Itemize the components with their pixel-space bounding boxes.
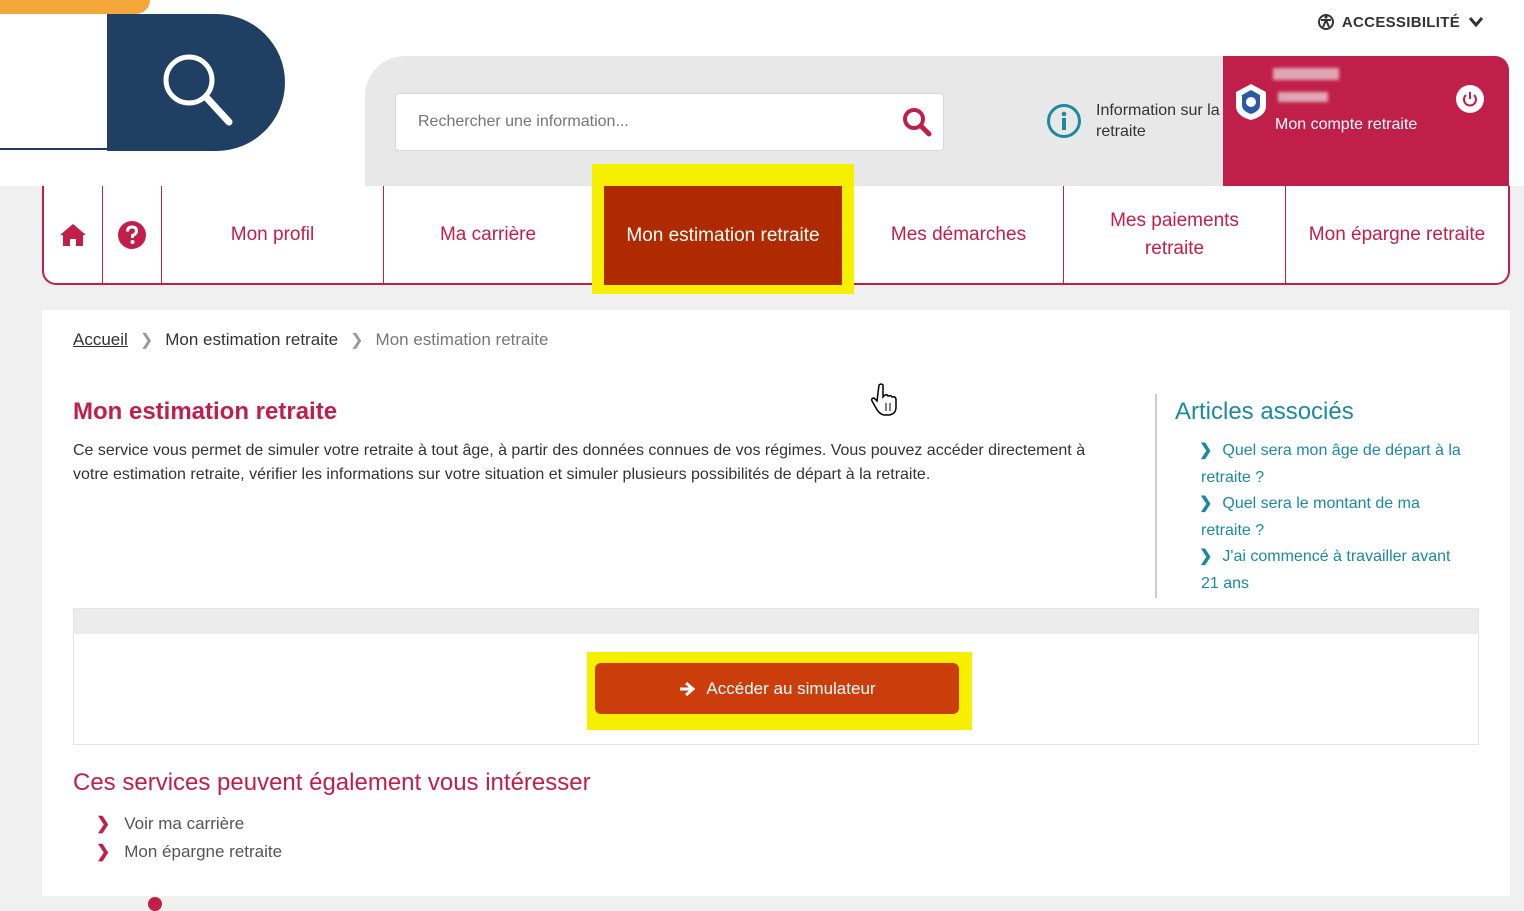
related-article-link[interactable]: ❯ Quel sera mon âge de départ à la retrai… bbox=[1199, 438, 1471, 491]
magnifier-icon bbox=[163, 54, 233, 126]
chevron-right-icon: ❯ bbox=[1199, 548, 1213, 566]
accessibility-icon bbox=[1317, 14, 1334, 30]
service-link-carriere[interactable]: ❯ Voir ma carrière bbox=[96, 810, 282, 838]
nav-label: Mes démarches bbox=[890, 223, 1027, 245]
info-retraite-link[interactable]: Information sur la retraite bbox=[1046, 100, 1221, 142]
service-label: Voir ma carrière bbox=[124, 814, 245, 833]
nav-item-mon-profil[interactable]: Mon profil bbox=[162, 186, 384, 283]
related-articles-list: ❯ Quel sera mon âge de départ à la retrai… bbox=[1199, 438, 1471, 598]
accessibility-label: ACCESSIBILITÉ bbox=[1341, 13, 1460, 31]
service-link-epargne[interactable]: ❯ Mon épargne retraite bbox=[96, 838, 282, 866]
page-gutter bbox=[0, 186, 12, 902]
nav-item-mon-estimation-retraite[interactable]: Mon estimation retraite bbox=[604, 186, 842, 285]
breadcrumb-separator-icon: ❯ bbox=[350, 332, 364, 349]
access-simulator-button[interactable]: Accéder au simulateur bbox=[595, 663, 959, 714]
shield-icon bbox=[1236, 84, 1266, 120]
nav-item-mes-demarches[interactable]: Mes démarches bbox=[854, 186, 1064, 283]
breadcrumb-current: Mon estimation retraite bbox=[375, 330, 549, 349]
nav-item-estimation-wrapper: Mon estimation retraite bbox=[592, 164, 854, 294]
help-icon bbox=[118, 220, 146, 249]
related-article-link[interactable]: ❯ J'ai commencé à travailler avant 21 ans bbox=[1199, 544, 1471, 597]
page-description: Ce service vous permet de simuler votre … bbox=[73, 442, 1086, 483]
breadcrumb: Accueil ❯ Mon estimation retraite ❯ Mon … bbox=[73, 330, 548, 350]
account-label: Mon compte retraite bbox=[1275, 116, 1418, 133]
user-name-blurred bbox=[1273, 68, 1339, 80]
nav-label: Mes paiements retraite bbox=[1110, 209, 1239, 259]
info-label: Information sur la retraite bbox=[1096, 102, 1220, 140]
logo-fragment bbox=[0, 0, 150, 14]
search-icon[interactable] bbox=[901, 106, 933, 138]
power-icon bbox=[1463, 92, 1477, 107]
chevron-right-icon: ❯ bbox=[1199, 495, 1213, 513]
related-article-link[interactable]: ❯ Quel sera le montant de ma retraite ? bbox=[1199, 491, 1471, 544]
related-articles: Articles associés ❯ Quel sera mon âge de … bbox=[1155, 394, 1485, 598]
nav-item-mes-paiements[interactable]: Mes paiements retraite bbox=[1064, 186, 1286, 283]
chevron-right-icon: ❯ bbox=[96, 814, 111, 833]
breadcrumb-home-link[interactable]: Accueil bbox=[73, 330, 128, 350]
nav-label: Ma carrière bbox=[439, 223, 537, 245]
nav-home[interactable] bbox=[44, 186, 103, 283]
nav-label: Mon estimation retraite bbox=[626, 224, 820, 246]
access-simulator-label: Accéder au simulateur bbox=[706, 678, 876, 698]
home-icon bbox=[60, 223, 86, 246]
logout-button[interactable] bbox=[1456, 85, 1484, 113]
main-nav: Mon profil Ma carrière Mon estimation re… bbox=[42, 164, 1510, 294]
user-name-blurred-2 bbox=[1278, 92, 1328, 102]
related-article-label: Quel sera le montant de ma retraite ? bbox=[1201, 495, 1420, 539]
breadcrumb-item[interactable]: Mon estimation retraite bbox=[165, 330, 338, 350]
nav-item-ma-carriere[interactable]: Ma carrière bbox=[384, 186, 592, 283]
services-list: ❯ Voir ma carrière ❯ Mon épargne retraite bbox=[96, 810, 282, 866]
search-input[interactable] bbox=[416, 112, 886, 132]
search-toggle-button[interactable] bbox=[107, 14, 285, 151]
nav-item-mon-epargne[interactable]: Mon épargne retraite bbox=[1286, 186, 1508, 283]
highlight-box: Mon estimation retraite bbox=[592, 164, 854, 294]
service-label: Mon épargne retraite bbox=[124, 842, 283, 861]
chevron-right-icon: ❯ bbox=[1199, 442, 1213, 459]
search-field[interactable] bbox=[395, 93, 944, 151]
arrow-right-icon bbox=[680, 681, 696, 696]
decorative-dot bbox=[148, 897, 162, 911]
simulator-panel: Accéder au simulateur bbox=[73, 608, 1479, 745]
info-icon bbox=[1047, 104, 1081, 138]
logo-panel bbox=[0, 14, 110, 150]
nav-label: Mon profil bbox=[230, 223, 315, 245]
hand-cursor-icon bbox=[871, 383, 897, 416]
accessibility-menu[interactable]: ACCESSIBILITÉ bbox=[1316, 12, 1486, 32]
chevron-down-icon bbox=[1468, 17, 1484, 28]
nav-label: Mon épargne retraite bbox=[1308, 223, 1486, 245]
account-panel[interactable]: Mon compte retraite bbox=[1223, 56, 1509, 186]
chevron-right-icon: ❯ bbox=[96, 842, 111, 861]
breadcrumb-separator-icon: ❯ bbox=[139, 332, 154, 349]
panel-header-strip bbox=[74, 609, 1478, 634]
page-title: Mon estimation retraite bbox=[73, 398, 338, 425]
services-title: Ces services peuvent également vous inté… bbox=[73, 769, 591, 796]
content-card: Accueil ❯ Mon estimation retraite ❯ Mon … bbox=[42, 310, 1510, 896]
nav-help[interactable] bbox=[103, 186, 162, 283]
related-articles-title: Articles associés bbox=[1175, 398, 1354, 425]
related-article-label: J'ai commencé à travailler avant 21 ans bbox=[1201, 548, 1451, 592]
related-article-label: Quel sera mon âge de départ à la retrait… bbox=[1201, 442, 1461, 486]
